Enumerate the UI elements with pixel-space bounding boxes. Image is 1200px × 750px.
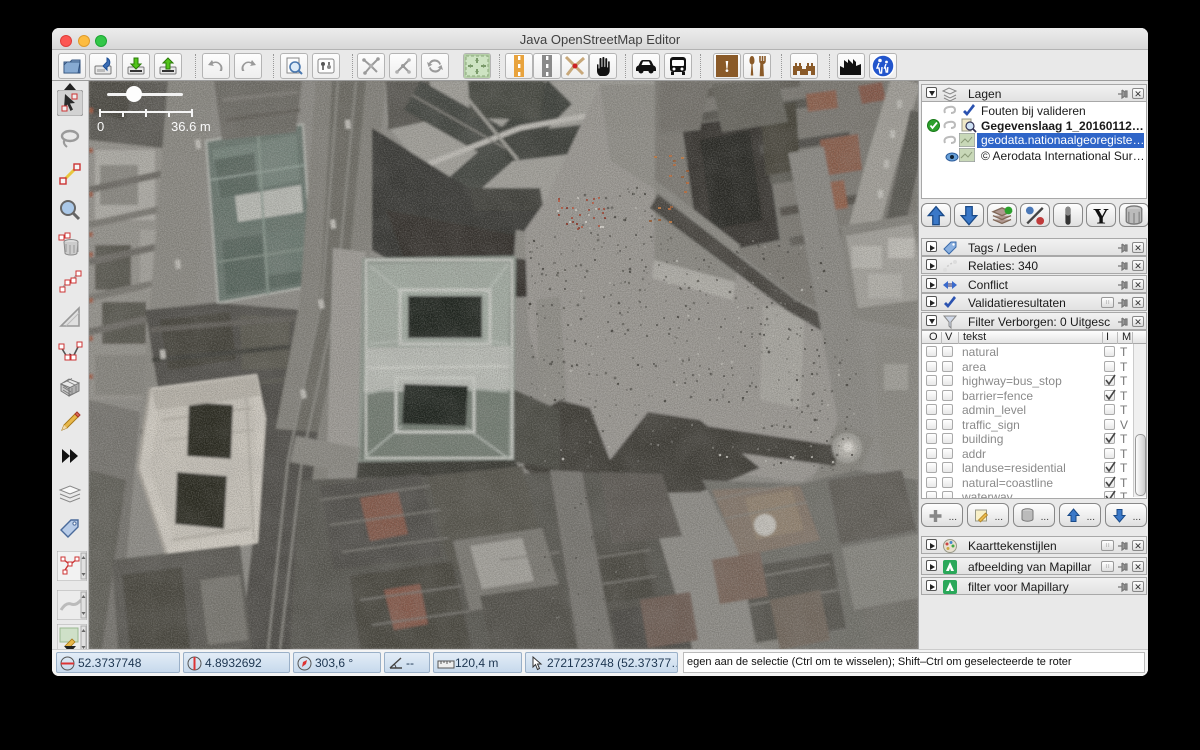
svg-text:Y: Y [1093,204,1109,226]
svg-text:36.6 m: 36.6 m [171,119,211,134]
svg-text:0: 0 [97,119,104,134]
svg-text:!: ! [724,57,730,76]
